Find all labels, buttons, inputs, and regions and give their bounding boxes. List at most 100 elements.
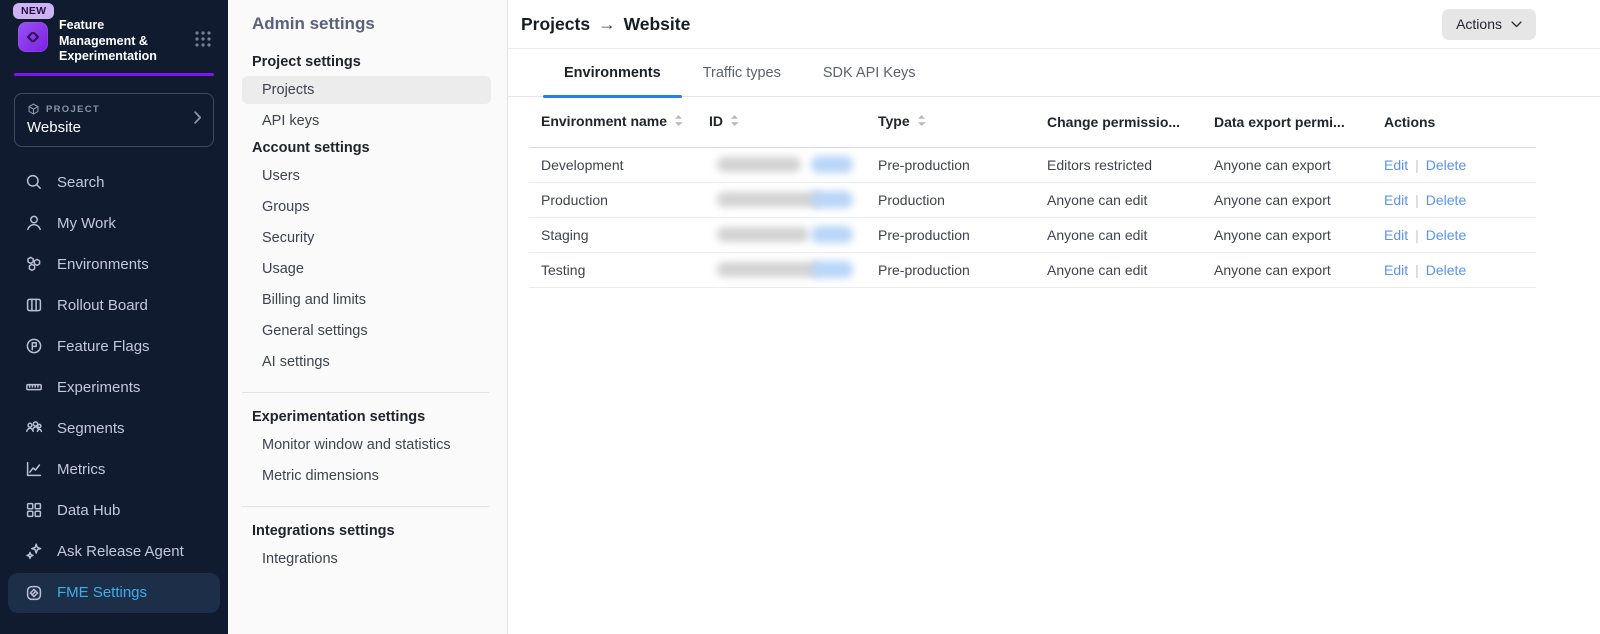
sidebar-item-label: Data Hub bbox=[57, 502, 120, 519]
tab-environments[interactable]: Environments bbox=[543, 49, 682, 96]
delete-link[interactable]: Delete bbox=[1426, 192, 1466, 208]
cell-change-permissions: Anyone can edit bbox=[1035, 252, 1202, 287]
column-header-type[interactable]: Type bbox=[866, 97, 1035, 147]
table-header-row: Environment nameIDType Change permissio..… bbox=[529, 97, 1536, 147]
sidebar-item-label: Metrics bbox=[57, 461, 105, 478]
app-switcher-icon[interactable] bbox=[194, 30, 212, 65]
sidebar-item-feature-flags[interactable]: Feature Flags bbox=[0, 326, 228, 367]
sidebar-item-metrics[interactable]: Metrics bbox=[0, 449, 228, 490]
redacted-id bbox=[709, 225, 858, 245]
split-logo-icon bbox=[23, 27, 43, 47]
delete-link[interactable]: Delete bbox=[1426, 227, 1466, 243]
environments-table-wrap: Environment nameIDType Change permissio..… bbox=[508, 97, 1600, 288]
divider bbox=[242, 392, 489, 393]
cell-environment-name: Testing bbox=[529, 252, 697, 287]
sidebar-item-data-hub[interactable]: Data Hub bbox=[0, 490, 228, 531]
admin-item-ai-settings[interactable]: AI settings bbox=[242, 348, 491, 376]
table-row: ProductionProductionAnyone can editAnyon… bbox=[529, 182, 1536, 217]
cell-environment-name: Development bbox=[529, 147, 697, 182]
tab-bar: EnvironmentsTraffic typesSDK API Keys bbox=[508, 49, 1600, 97]
link-separator: | bbox=[1415, 157, 1419, 173]
project-selector[interactable]: PROJECT Website bbox=[14, 93, 214, 147]
edit-link[interactable]: Edit bbox=[1384, 157, 1408, 173]
fme-settings-icon bbox=[24, 583, 44, 603]
feature-flags-icon bbox=[24, 336, 44, 356]
breadcrumb-arrow: → bbox=[598, 14, 616, 35]
link-separator: | bbox=[1415, 227, 1419, 243]
edit-link[interactable]: Edit bbox=[1384, 227, 1408, 243]
admin-item-security[interactable]: Security bbox=[242, 224, 491, 252]
admin-item-general-settings[interactable]: General settings bbox=[242, 317, 491, 345]
admin-item-projects[interactable]: Projects bbox=[242, 76, 491, 104]
main-header: Projects → Website Actions bbox=[508, 0, 1600, 49]
admin-item-usage[interactable]: Usage bbox=[242, 255, 491, 283]
sidebar-item-label: Search bbox=[57, 174, 105, 191]
brand-title: Feature Management & Experimentation bbox=[59, 16, 177, 65]
sidebar-item-search[interactable]: Search bbox=[0, 162, 228, 203]
column-header-environment-name[interactable]: Environment name bbox=[529, 97, 697, 147]
sort-icon[interactable] bbox=[730, 114, 739, 130]
sidebar-item-ask-release-agent[interactable]: Ask Release Agent bbox=[0, 531, 228, 572]
admin-item-api-keys[interactable]: API keys bbox=[242, 107, 491, 135]
cell-type: Pre-production bbox=[866, 147, 1035, 182]
sidebar-item-environments[interactable]: Environments bbox=[0, 244, 228, 285]
admin-item-metric-dimensions[interactable]: Metric dimensions bbox=[242, 462, 491, 490]
brand-logo[interactable] bbox=[18, 22, 48, 52]
sidebar-item-experiments[interactable]: Experiments bbox=[0, 367, 228, 408]
sort-icon[interactable] bbox=[674, 114, 683, 130]
sidebar-item-label: Environments bbox=[57, 256, 149, 273]
admin-item-monitor-window-and-statistics[interactable]: Monitor window and statistics bbox=[242, 431, 491, 459]
edit-link[interactable]: Edit bbox=[1384, 192, 1408, 208]
admin-sidebar-sections: Project settingsProjectsAPI keysAccount … bbox=[242, 54, 491, 573]
cell-environment-name: Staging bbox=[529, 217, 697, 252]
new-badge: NEW bbox=[13, 3, 54, 19]
section-heading-project-settings: Project settings bbox=[252, 54, 491, 70]
admin-sidebar-title: Admin settings bbox=[252, 14, 491, 34]
experiments-icon bbox=[24, 377, 44, 397]
cell-data-export: Anyone can export bbox=[1202, 147, 1372, 182]
segments-icon bbox=[24, 418, 44, 438]
delete-link[interactable]: Delete bbox=[1426, 157, 1466, 173]
delete-link[interactable]: Delete bbox=[1426, 262, 1466, 278]
cell-actions: Edit|Delete bbox=[1372, 252, 1536, 287]
sidebar-item-rollout-board[interactable]: Rollout Board bbox=[0, 285, 228, 326]
column-header-label: Data export permi... bbox=[1214, 114, 1345, 130]
column-header-data-export-permi: Data export permi... bbox=[1202, 97, 1372, 147]
actions-button[interactable]: Actions bbox=[1442, 9, 1536, 40]
cell-change-permissions: Anyone can edit bbox=[1035, 217, 1202, 252]
sidebar-item-my-work[interactable]: My Work bbox=[0, 203, 228, 244]
redacted-id bbox=[709, 155, 858, 175]
sidebar-item-segments[interactable]: Segments bbox=[0, 408, 228, 449]
tab-sdk-api-keys[interactable]: SDK API Keys bbox=[802, 49, 937, 96]
section-heading-experimentation-settings: Experimentation settings bbox=[252, 409, 491, 425]
cell-actions: Edit | Delete bbox=[1372, 217, 1536, 252]
sort-icon[interactable] bbox=[917, 114, 926, 130]
column-header-label: Actions bbox=[1384, 114, 1435, 130]
cell-data-export: Anyone can export bbox=[1202, 252, 1372, 287]
search-icon bbox=[24, 172, 44, 192]
redacted-id-blob bbox=[717, 192, 823, 207]
cell-type: Production bbox=[866, 182, 1035, 217]
redacted-id bbox=[709, 260, 858, 280]
admin-item-billing-and-limits[interactable]: Billing and limits bbox=[242, 286, 491, 314]
link-separator: | bbox=[1415, 192, 1419, 208]
redacted-copy-chip bbox=[811, 156, 853, 173]
tab-traffic-types[interactable]: Traffic types bbox=[682, 49, 802, 96]
sidebar-item-fme-settings[interactable]: FME Settings bbox=[8, 573, 220, 613]
cell-actions: Edit | Delete bbox=[1372, 182, 1536, 217]
edit-link[interactable]: Edit bbox=[1384, 262, 1408, 278]
actions-button-label: Actions bbox=[1456, 16, 1502, 32]
breadcrumb-parent: Projects bbox=[521, 14, 590, 35]
brand-accent-rule bbox=[14, 73, 214, 76]
redacted-id-blob bbox=[717, 262, 821, 277]
admin-item-integrations[interactable]: Integrations bbox=[242, 545, 491, 573]
column-header-id[interactable]: ID bbox=[697, 97, 866, 147]
chevron-right-icon bbox=[194, 111, 202, 129]
admin-item-users[interactable]: Users bbox=[242, 162, 491, 190]
cell-type: Pre-production bbox=[866, 252, 1035, 287]
ask-release-agent-icon bbox=[24, 541, 44, 561]
column-header-actions: Actions bbox=[1372, 97, 1536, 147]
sidebar-item-label: Rollout Board bbox=[57, 297, 148, 314]
admin-item-groups[interactable]: Groups bbox=[242, 193, 491, 221]
column-header-label: Change permissio... bbox=[1047, 114, 1180, 130]
